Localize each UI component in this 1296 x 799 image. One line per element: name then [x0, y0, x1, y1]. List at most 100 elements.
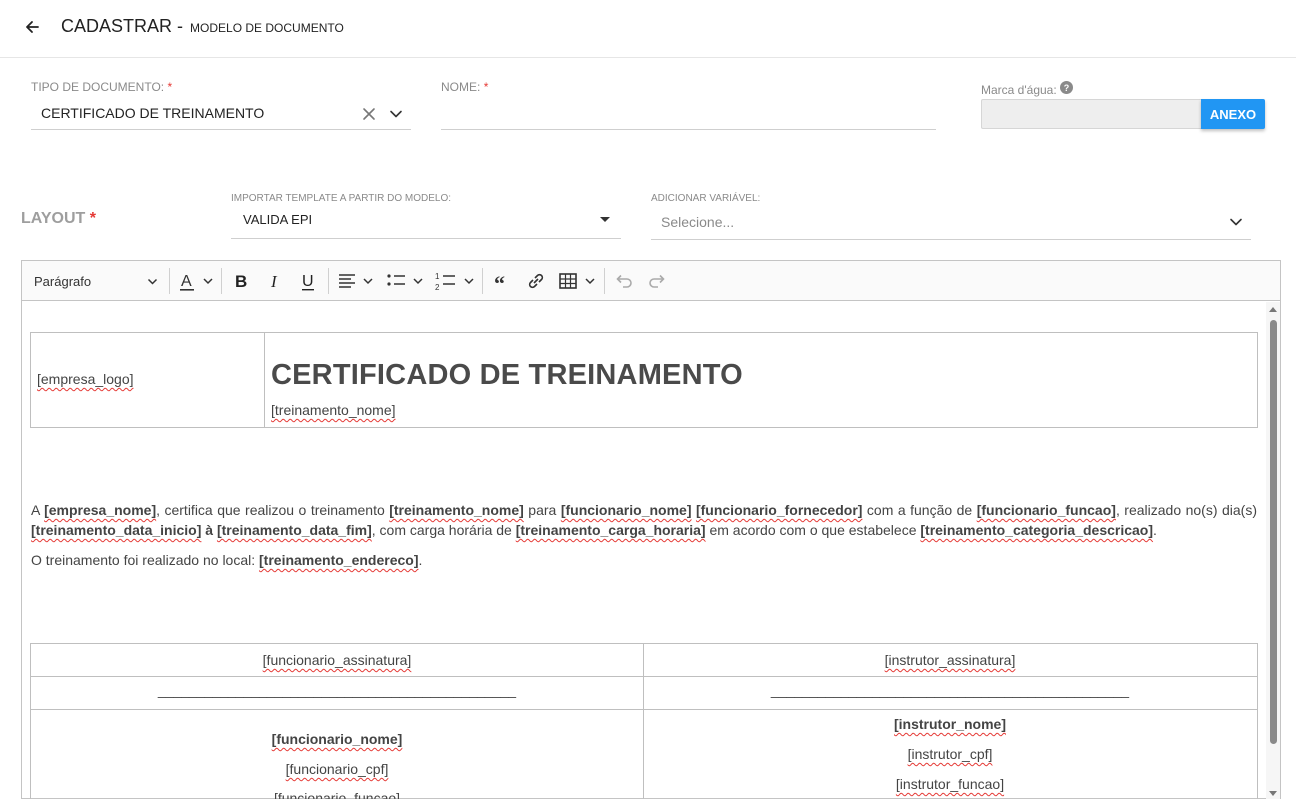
chevron-down-icon[interactable] — [1229, 215, 1243, 229]
layout-label: LAYOUT * — [21, 210, 96, 228]
marca-dagua-input[interactable] — [981, 99, 1202, 129]
font-color-icon[interactable]: A — [179, 269, 215, 293]
layout-label-text: LAYOUT — [21, 210, 86, 227]
required-marker: * — [483, 80, 489, 94]
editor-content[interactable]: [empresa_logo] CERTIFICADO DE TREINAMENT… — [22, 302, 1266, 799]
svg-text:A: A — [181, 273, 192, 290]
marca-dagua-label-text: Marca d'água: — [981, 83, 1057, 97]
toolbar-separator — [482, 268, 483, 294]
table-divider — [31, 709, 1257, 710]
tipo-documento-value[interactable]: CERTIFICADO DE TREINAMENTO — [41, 105, 264, 121]
back-arrow-icon[interactable] — [22, 17, 42, 37]
page-header: CADASTRAR - MODELO DE DOCUMENTO — [0, 0, 1296, 58]
paragraph-style-label: Parágrafo — [34, 273, 92, 289]
rich-text-editor: Parágrafo A B I U 1 2 “ [empresa_logo] C… — [21, 260, 1281, 799]
text: O treinamento foi realizado no local: — [31, 552, 260, 568]
variable-treinamento-data-inicio: [treinamento_data_inicio] — [31, 522, 202, 538]
text: A — [31, 502, 45, 518]
scroll-up-icon[interactable] — [1269, 306, 1277, 312]
blockquote-icon[interactable]: “ — [492, 269, 514, 293]
instrutor-funcao-variable: [instrutor_funcao] — [895, 776, 1005, 792]
svg-text:2: 2 — [435, 283, 440, 292]
text: em acordo com o que estabelece — [705, 522, 921, 538]
italic-icon[interactable]: I — [266, 269, 286, 293]
instrutor-cpf-variable: [instrutor_cpf] — [907, 746, 993, 762]
certificate-paragraph: A [empresa_nome], certifica que realizou… — [31, 500, 1257, 540]
variable-treinamento-nome: [treinamento_nome] — [389, 502, 524, 518]
signature-line: ________________________________________… — [157, 682, 517, 698]
svg-text:“: “ — [494, 271, 505, 293]
signature-table: [funcionario_assinatura] [instrutor_assi… — [30, 643, 1258, 799]
svg-text:1: 1 — [435, 272, 440, 281]
text: , com carga horária de — [371, 522, 516, 538]
text: . — [1153, 522, 1157, 538]
logo-variable: [empresa_logo] — [37, 371, 134, 387]
toolbar-separator — [328, 268, 329, 294]
editor-toolbar: Parágrafo A B I U 1 2 “ — [22, 261, 1280, 301]
scroll-thumb[interactable] — [1270, 320, 1277, 744]
svg-text:U: U — [302, 273, 314, 290]
nome-input[interactable] — [441, 105, 935, 125]
bulleted-list-icon[interactable] — [386, 269, 426, 293]
variable-empresa-nome: [empresa_nome] — [44, 502, 157, 518]
adicionar-variavel-underline — [651, 239, 1251, 240]
svg-text:B: B — [235, 272, 247, 291]
page-title-sub: MODELO DE DOCUMENTO — [190, 21, 344, 35]
page-title: CADASTRAR - MODELO DE DOCUMENTO — [61, 16, 344, 37]
caret-down-icon[interactable] — [599, 216, 611, 224]
chevron-down-icon[interactable] — [389, 107, 403, 121]
nome-label-text: NOME: — [441, 80, 481, 94]
anexo-button[interactable]: ANEXO — [1201, 99, 1265, 129]
required-marker: * — [167, 80, 173, 94]
required-marker: * — [89, 210, 96, 227]
signature-line: ________________________________________… — [770, 682, 1130, 698]
importar-template-value[interactable]: VALIDA EPI — [243, 212, 312, 227]
text: para — [523, 502, 561, 518]
tipo-documento-label: TIPO DE DOCUMENTO: * — [31, 80, 172, 94]
variable-funcionario-fornecedor: [funcionario_fornecedor] — [695, 502, 863, 518]
link-icon[interactable] — [525, 269, 547, 293]
redo-icon[interactable] — [646, 269, 668, 293]
text: , realizado no(s) dia(s) — [1115, 502, 1257, 518]
tipo-documento-label-text: TIPO DE DOCUMENTO: — [31, 80, 165, 94]
svg-text:?: ? — [1064, 83, 1070, 93]
variable-treinamento-data-fim: [treinamento_data_fim] — [216, 522, 372, 538]
nome-underline — [441, 129, 936, 130]
table-divider — [31, 676, 1257, 677]
toolbar-separator — [169, 268, 170, 294]
funcionario-nome-variable: [funcionario_nome] — [271, 731, 403, 747]
tipo-documento-underline — [31, 129, 411, 130]
clear-icon[interactable] — [362, 107, 376, 121]
editor-scrollbar[interactable] — [1266, 302, 1280, 799]
importar-template-label: IMPORTAR TEMPLATE A PARTIR DO MODELO: — [231, 193, 452, 204]
variable-treinamento-categoria-descricao: [treinamento_categoria_descricao] — [920, 522, 1154, 538]
instrutor-assinatura-variable: [instrutor_assinatura] — [884, 652, 1016, 668]
undo-icon[interactable] — [613, 269, 635, 293]
variable-treinamento-carga-horaria: [treinamento_carga_horaria] — [515, 522, 706, 538]
page-title-main: CADASTRAR - — [61, 16, 184, 36]
table-icon[interactable] — [558, 269, 600, 293]
adicionar-variavel-select[interactable]: Selecione... — [661, 214, 734, 230]
numbered-list-icon[interactable]: 1 2 — [435, 269, 477, 293]
location-paragraph: O treinamento foi realizado no local: [t… — [31, 550, 1257, 570]
logo-cell: [empresa_logo] — [31, 333, 265, 427]
bold-icon[interactable]: B — [232, 269, 252, 293]
text: , certifica que realizou o treinamento — [156, 502, 390, 518]
variable-funcionario-nome: [funcionario_nome] — [560, 502, 692, 518]
variable-treinamento-endereco: [treinamento_endereco] — [259, 552, 419, 568]
scroll-down-icon[interactable] — [1269, 791, 1277, 797]
variable-funcionario-funcao: [funcionario_funcao] — [976, 502, 1116, 518]
importar-template-underline — [231, 238, 621, 239]
toolbar-separator — [604, 268, 605, 294]
funcionario-assinatura-variable: [funcionario_assinatura] — [262, 652, 412, 668]
document-header-table: [empresa_logo] CERTIFICADO DE TREINAMENT… — [30, 332, 1258, 428]
align-left-icon[interactable] — [338, 269, 376, 293]
training-name-variable: [treinamento_nome] — [271, 402, 396, 418]
paragraph-style-dropdown[interactable]: Parágrafo — [34, 269, 158, 293]
underline-icon[interactable]: U — [299, 269, 319, 293]
document-heading: CERTIFICADO DE TREINAMENTO — [271, 359, 743, 391]
help-icon[interactable]: ? — [1060, 81, 1073, 94]
text: . — [418, 552, 423, 568]
text: à — [201, 522, 217, 538]
svg-text:I: I — [270, 272, 278, 291]
